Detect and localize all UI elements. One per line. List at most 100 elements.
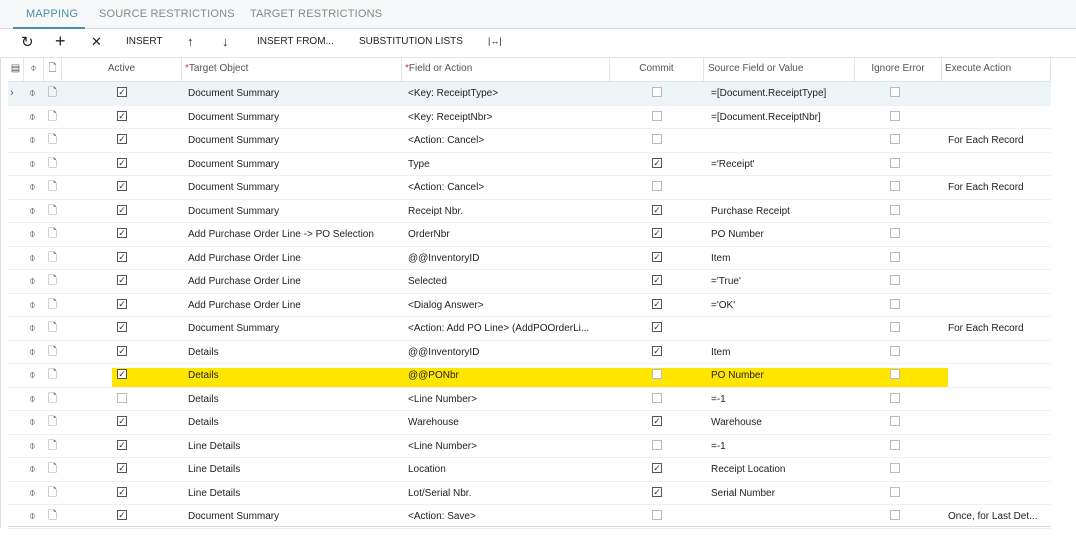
attachment-icon[interactable]: ⌽ bbox=[29, 482, 36, 505]
table-row[interactable]: ⌽ 🗋 ✓ Add Purchase Order Line -> PO Selecti… bbox=[8, 223, 1051, 247]
table-row[interactable]: ⌽ 🗋 ✓ Document Summary <Action: Save> Once, f… bbox=[8, 505, 1051, 529]
table-row[interactable]: ⌽ 🗋 ✓ Document Summary <Key: ReceiptNbr> =[Do… bbox=[8, 106, 1051, 129]
active-checkbox[interactable]: ✓ bbox=[117, 345, 127, 356]
field-or-action-cell[interactable]: <Action: Cancel> bbox=[408, 176, 606, 199]
active-checkbox[interactable]: ✓ bbox=[117, 416, 127, 426]
note-icon[interactable]: 🗋 bbox=[48, 317, 57, 340]
header-active[interactable]: Active bbox=[62, 58, 182, 82]
commit-checkbox[interactable]: ✓ bbox=[652, 275, 662, 285]
field-or-action-cell[interactable]: Receipt Nbr. bbox=[408, 200, 606, 223]
attachment-icon[interactable]: ⌽ bbox=[29, 317, 36, 340]
commit-checkbox[interactable]: ✓ bbox=[652, 486, 662, 497]
target-object-cell[interactable]: Details bbox=[188, 388, 400, 411]
field-or-action-cell[interactable]: Location bbox=[408, 458, 606, 481]
header-source[interactable]: Source Field or Value bbox=[704, 58, 855, 82]
attachment-icon[interactable]: ⌽ bbox=[29, 223, 36, 246]
note-icon[interactable]: 🗋 bbox=[48, 482, 57, 505]
attachment-icon[interactable]: ⌽ bbox=[29, 129, 36, 152]
execute-action-cell[interactable]: For Each Record bbox=[948, 317, 1049, 340]
attachment-icon[interactable]: ⌽ bbox=[29, 247, 36, 270]
ignore-error-checkbox[interactable] bbox=[890, 87, 900, 97]
tab-mapping[interactable]: MAPPING bbox=[26, 8, 78, 20]
field-or-action-cell[interactable]: Type bbox=[408, 153, 606, 176]
note-icon[interactable]: 🗋 bbox=[48, 200, 57, 223]
execute-action-cell[interactable] bbox=[948, 435, 1049, 458]
note-icon[interactable]: 🗋 bbox=[48, 341, 57, 364]
source-field-cell[interactable]: PO Number bbox=[711, 364, 853, 387]
field-or-action-cell[interactable]: @@InventoryID bbox=[408, 341, 606, 364]
ignore-error-checkbox[interactable] bbox=[890, 251, 900, 262]
target-object-cell[interactable]: Document Summary bbox=[188, 505, 400, 528]
table-row[interactable]: ⌽ 🗋 ✓ Details Warehouse ✓ Warehouse bbox=[8, 411, 1051, 435]
field-or-action-cell[interactable]: <Action: Add PO Line> (AddPOOrderLi... bbox=[408, 317, 606, 340]
insert-button[interactable]: INSERT bbox=[126, 36, 163, 47]
delete-icon[interactable]: ✕ bbox=[91, 34, 102, 50]
commit-checkbox[interactable] bbox=[652, 134, 662, 144]
execute-action-cell[interactable] bbox=[948, 106, 1049, 129]
note-icon[interactable]: 🗋 bbox=[48, 388, 57, 411]
note-icon[interactable]: 🗋 bbox=[48, 458, 57, 481]
active-checkbox[interactable]: ✓ bbox=[117, 510, 127, 520]
execute-action-cell[interactable] bbox=[948, 458, 1049, 481]
table-row[interactable]: ⌽ 🗋 ✓ Add Purchase Order Line @@InventoryID ✓… bbox=[8, 247, 1051, 270]
insert-from-button[interactable]: INSERT FROM... bbox=[257, 36, 334, 47]
header-execute-action[interactable]: Execute Action bbox=[942, 58, 1051, 82]
target-object-cell[interactable]: Details bbox=[188, 364, 400, 387]
ignore-error-checkbox[interactable] bbox=[890, 392, 900, 403]
note-icon[interactable]: 🗋 bbox=[48, 82, 57, 105]
execute-action-cell[interactable] bbox=[948, 82, 1049, 105]
ignore-error-checkbox[interactable] bbox=[890, 322, 900, 332]
target-object-cell[interactable]: Line Details bbox=[188, 458, 400, 481]
ignore-error-checkbox[interactable] bbox=[890, 416, 900, 426]
ignore-error-checkbox[interactable] bbox=[890, 204, 900, 215]
ignore-error-checkbox[interactable] bbox=[890, 275, 900, 285]
source-field-cell[interactable] bbox=[711, 317, 853, 340]
header-target-object[interactable]: *Target Object bbox=[182, 58, 402, 82]
execute-action-cell[interactable] bbox=[948, 341, 1049, 364]
target-object-cell[interactable]: Line Details bbox=[188, 482, 400, 505]
execute-action-cell[interactable] bbox=[948, 294, 1049, 317]
attachment-icon[interactable]: ⌽ bbox=[29, 505, 36, 528]
note-icon[interactable]: 🗋 bbox=[48, 223, 57, 246]
field-or-action-cell[interactable]: <Dialog Answer> bbox=[408, 294, 606, 317]
source-field-cell[interactable] bbox=[711, 129, 853, 152]
note-icon[interactable]: 🗋 bbox=[48, 247, 57, 270]
field-or-action-cell[interactable]: <Action: Cancel> bbox=[408, 129, 606, 152]
tab-target-restrictions[interactable]: TARGET RESTRICTIONS bbox=[250, 8, 382, 20]
ignore-error-checkbox[interactable] bbox=[890, 181, 900, 191]
field-or-action-cell[interactable]: @@InventoryID bbox=[408, 247, 606, 270]
target-object-cell[interactable]: Document Summary bbox=[188, 106, 400, 129]
attachment-icon[interactable]: ⌽ bbox=[29, 364, 36, 387]
note-icon[interactable]: 🗋 bbox=[48, 176, 57, 199]
table-row[interactable]: ⌽ 🗋 ✓ Line Details <Line Number> =-1 bbox=[8, 435, 1051, 458]
note-icon[interactable]: 🗋 bbox=[48, 270, 57, 293]
source-field-cell[interactable]: Item bbox=[711, 341, 853, 364]
note-icon[interactable]: 🗋 bbox=[48, 106, 57, 129]
active-checkbox[interactable]: ✓ bbox=[117, 463, 127, 473]
ignore-error-checkbox[interactable] bbox=[890, 298, 900, 309]
target-object-cell[interactable]: Document Summary bbox=[188, 129, 400, 152]
attachment-icon[interactable]: ⌽ bbox=[29, 200, 36, 223]
fit-columns-icon[interactable]: |↔| bbox=[488, 36, 502, 46]
field-or-action-cell[interactable]: <Key: ReceiptType> bbox=[408, 82, 606, 105]
source-field-cell[interactable]: ='True' bbox=[711, 270, 853, 293]
note-icon[interactable]: 🗋 bbox=[48, 411, 57, 434]
header-ignore-error[interactable]: Ignore Error bbox=[855, 58, 942, 82]
note-icon[interactable]: 🗋 bbox=[48, 294, 57, 317]
source-field-cell[interactable]: Warehouse bbox=[711, 411, 853, 434]
commit-checkbox[interactable] bbox=[652, 392, 662, 403]
ignore-error-checkbox[interactable] bbox=[890, 228, 900, 238]
attachment-icon[interactable]: ⌽ bbox=[29, 388, 36, 411]
substitution-lists-button[interactable]: SUBSTITUTION LISTS bbox=[359, 36, 463, 47]
active-checkbox[interactable]: ✓ bbox=[117, 204, 127, 215]
table-row[interactable]: ⌽ 🗋 ✓ Document Summary <Action: Cancel> For E… bbox=[8, 129, 1051, 153]
table-row[interactable]: ⌽ 🗋 ✓ Add Purchase Order Line Selected ✓ ='Tru… bbox=[8, 270, 1051, 294]
note-icon[interactable]: 🗋 bbox=[48, 153, 57, 176]
commit-checkbox[interactable] bbox=[652, 87, 662, 97]
execute-action-cell[interactable] bbox=[948, 223, 1049, 246]
commit-checkbox[interactable] bbox=[652, 181, 662, 191]
target-object-cell[interactable]: Details bbox=[188, 341, 400, 364]
commit-checkbox[interactable] bbox=[652, 510, 662, 520]
table-row[interactable]: ⌽ 🗋 Details <Line Number> =-1 bbox=[8, 388, 1051, 411]
execute-action-cell[interactable] bbox=[948, 270, 1049, 293]
